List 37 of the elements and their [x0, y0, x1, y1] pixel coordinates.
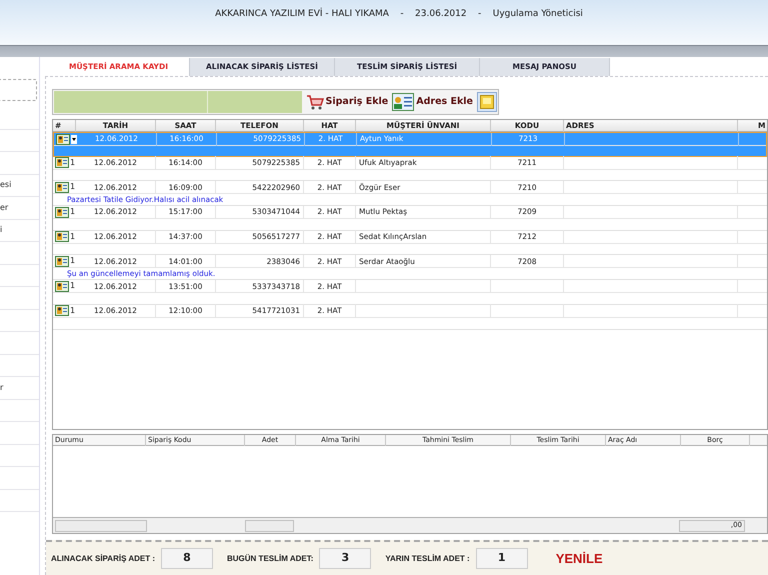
toolbar-button[interactable]: Adres Ekle	[392, 93, 473, 111]
contact-card-icon	[55, 182, 69, 193]
row-number: 1	[70, 230, 76, 243]
contact-card-icon	[55, 305, 69, 316]
note-button[interactable]	[477, 92, 497, 112]
contact-card-icon	[55, 231, 69, 242]
sidebar-item[interactable]: i	[0, 224, 2, 236]
counter-value: 1	[476, 548, 528, 569]
contact-card-icon	[56, 134, 70, 144]
shopping-cart-icon	[306, 93, 324, 111]
sidebar-item[interactable]: er	[0, 202, 8, 214]
sidebar-search-field[interactable]	[0, 79, 37, 101]
window-title: AKKARINCA YAZILIM EVİ - HALI YIKAMA - 23.06.2012 - Uygulama Yöneticisi	[215, 8, 583, 21]
toolbar-button[interactable]: Sipariş Ekle	[306, 93, 388, 111]
counter-label: ALINACAK SİPARİŞ ADET :	[51, 552, 155, 564]
contact-card-icon	[55, 280, 69, 292]
counter-value: 3	[319, 548, 372, 569]
address-card-icon	[392, 93, 414, 111]
sidebar-item[interactable]: r	[0, 382, 4, 394]
row-number: 1	[70, 206, 76, 218]
counter-label: BUGÜN TESLİM ADET:	[227, 552, 314, 564]
filter-field[interactable]	[54, 91, 208, 113]
counter-value: 8	[161, 548, 213, 569]
contact-card-icon	[55, 206, 69, 218]
row-number: 1	[70, 181, 76, 194]
filter-field[interactable]	[208, 91, 302, 113]
contact-card-icon	[55, 256, 69, 267]
contact-card-icon	[55, 157, 69, 168]
counter-label: YARIN TESLİM ADET :	[385, 552, 470, 564]
row-number: 1	[70, 304, 76, 317]
refresh-button[interactable]: YENİLE	[556, 548, 603, 568]
row-number: 1	[70, 255, 76, 268]
sidebar-item[interactable]: esi	[0, 179, 12, 192]
note-icon	[480, 95, 494, 109]
row-indicator-icon	[71, 134, 77, 144]
row-number: 1	[70, 280, 76, 292]
row-number: 1	[70, 156, 76, 169]
